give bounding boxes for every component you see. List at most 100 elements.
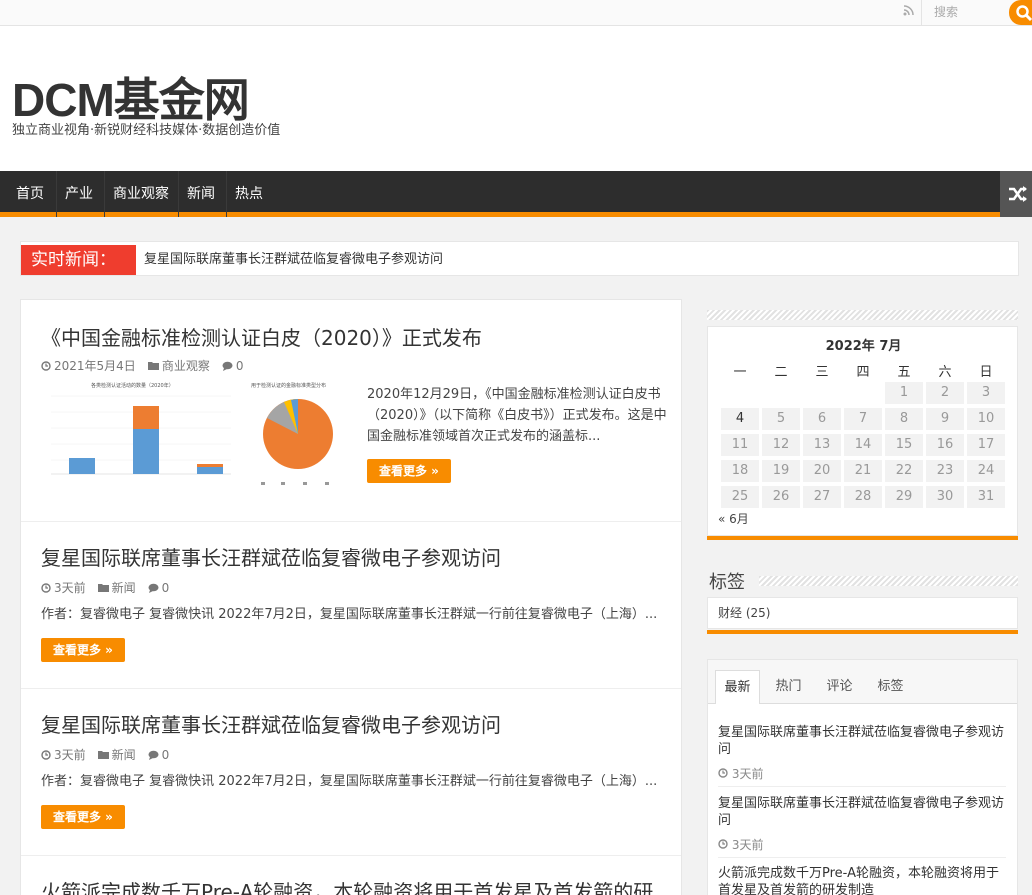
calendar-day: 30 <box>926 486 964 508</box>
search-icon <box>1016 5 1032 22</box>
post-date: 3天前 <box>54 581 86 595</box>
post-comments[interactable]: 0 <box>236 359 244 373</box>
tab-popular[interactable]: 热门 <box>766 670 811 704</box>
calendar-weekday: 一 <box>733 365 747 380</box>
post-meta: 3天前 新闻 0 <box>41 746 169 763</box>
clock-icon <box>41 360 51 371</box>
calendar-caption: 2022年 7月 <box>825 339 902 354</box>
shuffle-icon <box>1009 186 1027 202</box>
calendar-weekday: 六 <box>938 365 952 380</box>
post-thumbnail[interactable]: 各类检测认证活动的数量（2020年） 用于检测认证的金融标准类型分布 <box>41 382 353 492</box>
recent-post-link[interactable]: 复星国际联席董事长汪群斌莅临复睿微电子参观访问 <box>718 795 1010 829</box>
calendar-day: 6 <box>803 408 841 430</box>
random-post-button[interactable] <box>1000 171 1032 217</box>
breaking-news-bar: 实时新闻： 复星国际联席董事长汪群斌莅临复睿微电子参观访问 <box>20 241 1019 276</box>
calendar-widget: 2022年 7月 一 二 三 四 五 六 日 1 2 3 4 5 6 7 8 9 10 11 12 13… <box>707 326 1018 536</box>
site-header: DCM基金网 独立商业视角·新锐财经科技媒体·数据创造价值 <box>0 26 1032 171</box>
calendar-day: 21 <box>844 460 882 482</box>
calendar-day: 16 <box>926 434 964 456</box>
post-comments[interactable]: 0 <box>162 748 170 762</box>
calendar-weekday: 日 <box>979 365 993 380</box>
calendar-day: 24 <box>967 460 1005 482</box>
thumb-chart-title-right: 用于检测认证的金融标准类型分布 <box>251 382 326 389</box>
calendar-day: 18 <box>721 460 759 482</box>
tab-latest[interactable]: 最新 <box>715 670 760 704</box>
tab-comments[interactable]: 评论 <box>817 670 862 704</box>
tags-widget: 财经 (25) <box>707 597 1018 629</box>
post-title[interactable]: 复星国际联席董事长汪群斌莅临复睿微电子参观访问 <box>41 709 501 738</box>
post-date: 3天前 <box>54 748 86 762</box>
widget-title-stripes <box>759 576 1018 586</box>
divider <box>718 786 1006 787</box>
tag-link[interactable]: 财经 (25) <box>718 604 770 621</box>
rss-icon[interactable] <box>896 0 922 25</box>
tags-widget-title: 标签 <box>709 572 745 593</box>
recent-post-link[interactable]: 火箭派完成数千万Pre-A轮融资，本轮融资将用于首发星及首发箭的研发制造 <box>718 865 1010 895</box>
nav-item-news[interactable]: 新闻 <box>178 171 223 217</box>
calendar-day: 9 <box>926 408 964 430</box>
calendar-day: 28 <box>844 486 882 508</box>
calendar-weekday: 二 <box>774 365 788 380</box>
nav-item-hot[interactable]: 热点 <box>226 171 271 217</box>
search-input[interactable] <box>926 2 1010 22</box>
post-excerpt: 作者：复睿微电子 复睿微快讯 2022年7月2日，复星国际联席董事长汪群斌一行前… <box>41 774 658 789</box>
nav-item-home[interactable]: 首页 <box>8 171 52 217</box>
post-date: 2021年5月4日 <box>54 359 136 373</box>
calendar-day: 11 <box>721 434 759 456</box>
calendar-day: 23 <box>926 460 964 482</box>
post-item: 《中国金融标准检测认证白皮（2020）》正式发布 2021年5月4日 商业观察 … <box>21 300 681 522</box>
comment-icon <box>222 361 233 371</box>
recent-post-link[interactable]: 复星国际联席董事长汪群斌莅临复睿微电子参观访问 <box>718 724 1010 758</box>
read-more-button[interactable]: 查看更多 » <box>367 459 451 483</box>
calendar-day: 12 <box>762 434 800 456</box>
read-more-button[interactable]: 查看更多 » <box>41 638 125 662</box>
post-item: 火箭派完成数千万Pre-A轮融资，本轮融资将用于首发星及首发箭的研 <box>21 856 681 895</box>
recent-post-time-text: 3天前 <box>731 767 764 781</box>
calendar-day: 5 <box>762 408 800 430</box>
recent-post-time: 3天前 <box>718 765 763 782</box>
nav-item-industry[interactable]: 产业 <box>56 171 101 217</box>
calendar-day: 19 <box>762 460 800 482</box>
breaking-news-link[interactable]: 复星国际联席董事长汪群斌莅临复睿微电子参观访问 <box>144 242 443 277</box>
site-tagline: 独立商业视角·新锐财经科技媒体·数据创造价值 <box>12 123 281 138</box>
post-category[interactable]: 新闻 <box>112 579 136 596</box>
post-item: 复星国际联席董事长汪群斌莅临复睿微电子参观访问 3天前 新闻 0 作者：复睿微电… <box>21 522 681 689</box>
recent-post-time-text: 3天前 <box>731 838 764 852</box>
clock-icon <box>41 582 51 593</box>
post-meta: 2021年5月4日 商业观察 0 <box>41 357 243 374</box>
main-nav: 首页 产业 商业观察 新闻 热点 <box>0 171 1032 217</box>
post-title[interactable]: 《中国金融标准检测认证白皮（2020）》正式发布 <box>41 322 482 351</box>
post-title[interactable]: 复星国际联席董事长汪群斌莅临复睿微电子参观访问 <box>41 542 501 571</box>
tab-tags[interactable]: 标签 <box>868 670 913 704</box>
calendar-day: 27 <box>803 486 841 508</box>
post-title[interactable]: 火箭派完成数千万Pre-A轮融资，本轮融资将用于首发星及首发箭的研 <box>41 876 653 895</box>
calendar-prev-month[interactable]: « 6月 <box>718 510 749 527</box>
calendar-day: 20 <box>803 460 841 482</box>
clock-icon <box>718 768 728 778</box>
calendar-day: 15 <box>885 434 923 456</box>
post-category[interactable]: 商业观察 <box>162 357 210 374</box>
nav-item-business[interactable]: 商业观察 <box>104 171 177 217</box>
post-category[interactable]: 新闻 <box>112 746 136 763</box>
calendar-day: 1 <box>885 382 923 404</box>
calendar-day: 10 <box>967 408 1005 430</box>
calendar-day: 14 <box>844 434 882 456</box>
breaking-news-label: 实时新闻： <box>21 245 136 275</box>
thumb-chart-title-left: 各类检测认证活动的数量（2020年） <box>91 382 174 389</box>
calendar-day: 25 <box>721 486 759 508</box>
comment-icon <box>148 750 159 760</box>
clock-icon <box>718 839 728 849</box>
divider <box>718 857 1006 858</box>
post-comments[interactable]: 0 <box>162 581 170 595</box>
folder-icon <box>97 751 109 759</box>
widget-bottom-bar <box>707 630 1018 634</box>
calendar-day: 31 <box>967 486 1005 508</box>
calendar-day: 2 <box>926 382 964 404</box>
post-meta: 3天前 新闻 0 <box>41 579 169 596</box>
clock-icon <box>41 749 51 760</box>
calendar-day: 13 <box>803 434 841 456</box>
calendar-day: 17 <box>967 434 1005 456</box>
search-button[interactable] <box>1009 0 1032 25</box>
read-more-button[interactable]: 查看更多 » <box>41 805 125 829</box>
post-excerpt: 作者：复睿微电子 复睿微快讯 2022年7月2日，复星国际联席董事长汪群斌一行前… <box>41 607 658 622</box>
